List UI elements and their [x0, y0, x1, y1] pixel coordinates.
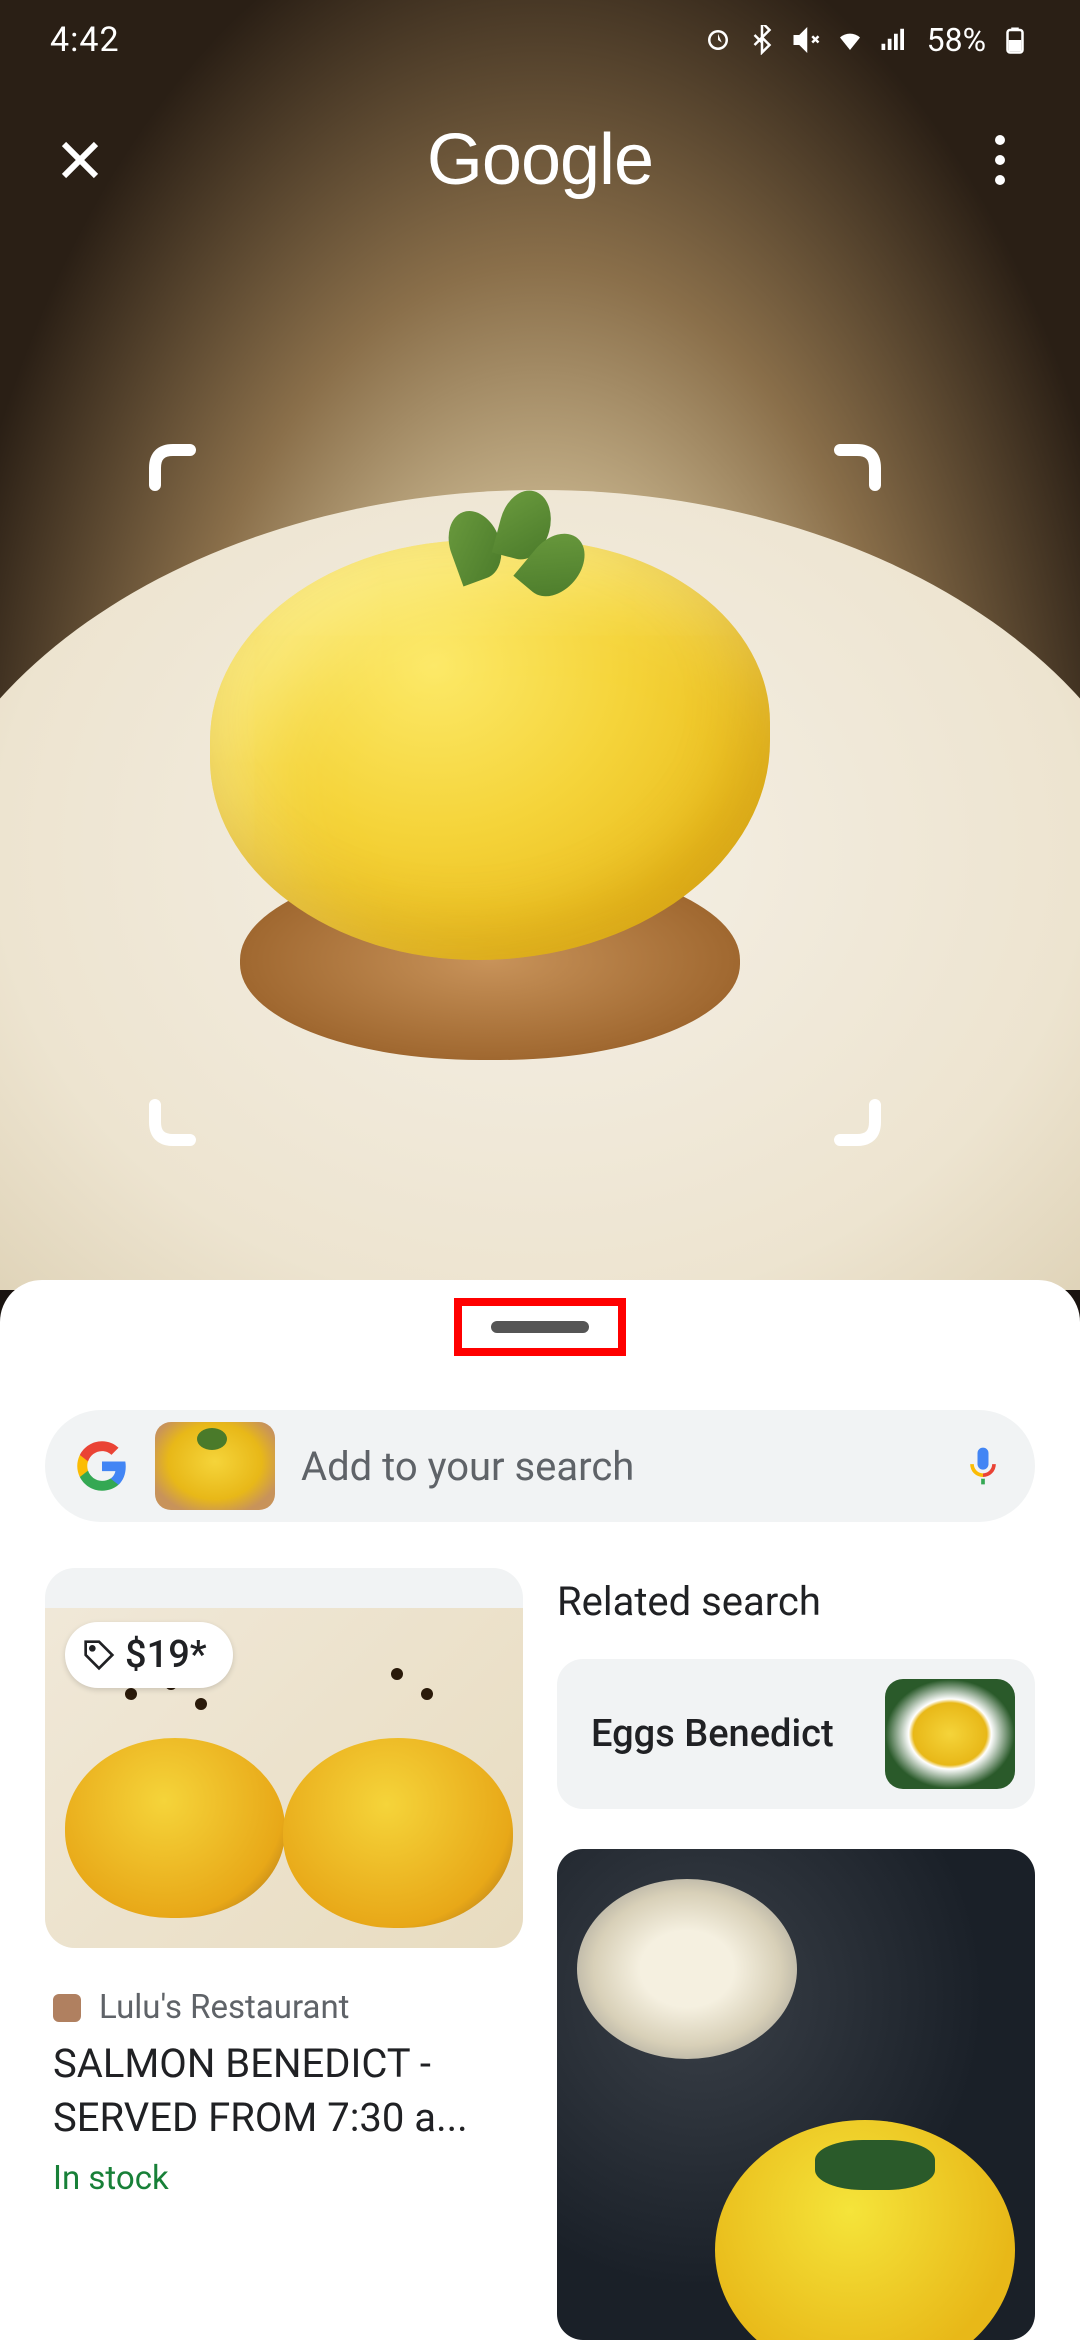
- status-icons: 58%: [703, 21, 1030, 59]
- close-button[interactable]: [50, 130, 110, 190]
- related-thumbnail: [885, 1679, 1015, 1789]
- screen: 4:42 58% Google: [0, 0, 1080, 2340]
- related-search-chip[interactable]: Eggs Benedict: [557, 1659, 1035, 1809]
- mute-icon: [791, 25, 821, 55]
- signal-icon: [879, 25, 909, 55]
- status-bar: 4:42 58%: [0, 0, 1080, 80]
- status-time: 4:42: [50, 20, 120, 60]
- results-col-left: $19* Lulu's Restaurant SALMON BENEDICT -…: [45, 1568, 523, 2340]
- more-button[interactable]: [970, 130, 1030, 190]
- results-grid: $19* Lulu's Restaurant SALMON BENEDICT -…: [45, 1568, 1035, 2340]
- more-icon: [995, 135, 1005, 145]
- source-name: Lulu's Restaurant: [99, 1988, 349, 2027]
- battery-text: 58%: [927, 21, 986, 59]
- close-icon: [56, 136, 104, 184]
- bluetooth-icon: [747, 25, 777, 55]
- results-col-right: Related search Eggs Benedict: [557, 1568, 1035, 2340]
- tag-icon: [83, 1639, 115, 1671]
- alarm-icon: [703, 25, 733, 55]
- price-chip: $19*: [65, 1622, 233, 1688]
- app-title: Google: [427, 119, 653, 201]
- drag-handle-highlight: [454, 1298, 626, 1356]
- source-row: Lulu's Restaurant: [53, 1988, 523, 2027]
- drag-handle[interactable]: [491, 1321, 589, 1333]
- product-title[interactable]: SALMON BENEDICT - SERVED FROM 7:30 a...: [53, 2037, 523, 2145]
- google-logo-icon: [75, 1439, 129, 1493]
- app-bar: Google: [0, 80, 1080, 240]
- results-sheet[interactable]: Add to your search: [0, 1280, 1080, 2340]
- mic-icon[interactable]: [961, 1444, 1005, 1488]
- battery-icon: [1000, 25, 1030, 55]
- stock-status: In stock: [53, 2159, 523, 2198]
- product-card[interactable]: $19*: [45, 1568, 523, 1948]
- result-image-card[interactable]: [557, 1849, 1035, 2340]
- food-graphic: [180, 480, 800, 1060]
- search-placeholder: Add to your search: [301, 1443, 935, 1490]
- search-bar[interactable]: Add to your search: [45, 1410, 1035, 1522]
- price-text: $19*: [125, 1633, 207, 1677]
- wifi-icon: [835, 25, 865, 55]
- related-heading: Related search: [557, 1578, 1035, 1625]
- search-thumbnail: [155, 1422, 275, 1510]
- source-favicon: [53, 1994, 81, 2022]
- related-label: Eggs Benedict: [591, 1712, 865, 1756]
